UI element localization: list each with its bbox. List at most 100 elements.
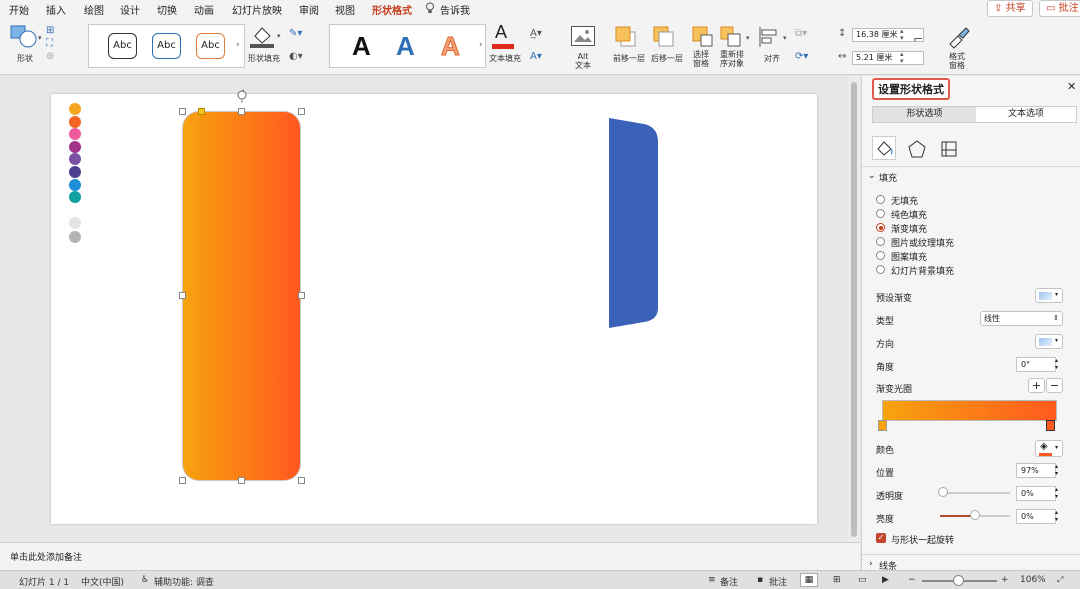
position-field[interactable]: 97% — [1016, 463, 1056, 478]
chevron-right-icon[interactable]: › — [869, 559, 873, 569]
rotate-icon[interactable]: ⟳▾ — [795, 51, 808, 62]
shape-button[interactable] — [10, 24, 38, 51]
preset-gradient-button[interactable]: ▾ — [1035, 288, 1063, 303]
vertical-scrollbar[interactable] — [848, 76, 860, 542]
comments-toggle[interactable]: 批注 — [769, 575, 787, 588]
height-stepper[interactable]: ▴ ▾ — [900, 28, 904, 42]
color-swatch[interactable] — [69, 231, 81, 243]
chevron-down-icon[interactable]: ▾ — [38, 34, 42, 42]
tab-animations[interactable]: 动画 — [194, 2, 214, 17]
zoom-level[interactable]: 106% — [1020, 575, 1046, 585]
brightness-field[interactable]: 0% — [1016, 509, 1056, 524]
resize-handle-right[interactable] — [298, 292, 305, 299]
tab-draw[interactable]: 绘图 — [84, 2, 104, 17]
language-indicator[interactable]: 中文(中国) — [81, 575, 124, 588]
fill-section-header[interactable]: 填充 — [879, 171, 897, 184]
zoom-slider-thumb[interactable] — [953, 575, 964, 586]
selection-pane-button[interactable] — [692, 26, 714, 48]
close-icon[interactable]: ✕ — [1067, 80, 1076, 93]
tab-slideshow[interactable]: 幻灯片放映 — [232, 2, 282, 17]
width-stepper[interactable]: ▴ ▾ — [900, 51, 904, 65]
pentagon-icon[interactable] — [908, 140, 926, 158]
lock-aspect-icon[interactable]: ⌐ — [913, 32, 923, 46]
zoom-out-button[interactable]: − — [908, 575, 916, 585]
remove-stop-button[interactable]: − — [1046, 378, 1063, 393]
wordart-black[interactable]: A — [352, 31, 371, 62]
color-swatch[interactable] — [69, 191, 81, 203]
color-swatch[interactable] — [69, 153, 81, 165]
chevron-right-icon[interactable]: › — [236, 40, 240, 50]
wordart-orange[interactable]: A — [441, 31, 461, 62]
resize-handle-top[interactable] — [238, 108, 245, 115]
text-fill-button[interactable]: A — [491, 22, 515, 50]
slide-canvas[interactable] — [51, 89, 817, 524]
text-effects-icon[interactable]: A▾ — [530, 51, 542, 62]
chevron-down-icon[interactable]: ▾ — [783, 34, 787, 42]
fill-option-radio[interactable] — [876, 195, 885, 204]
rotate-with-shape-checkbox[interactable]: ✓ — [876, 533, 886, 543]
resize-handle-bottom-right[interactable] — [298, 477, 305, 484]
tab-home[interactable]: 开始 — [9, 2, 29, 17]
tab-shape-options[interactable]: 形状选项 — [873, 107, 976, 122]
alt-text-button[interactable] — [571, 26, 595, 46]
tab-view[interactable]: 视图 — [335, 2, 355, 17]
type-select[interactable]: 线性 ⇕ — [980, 311, 1063, 326]
slide-sorter-icon[interactable]: ⊞ — [833, 575, 841, 585]
gradient-stop-0[interactable] — [878, 420, 887, 431]
resize-handle-left[interactable] — [179, 292, 186, 299]
fill-option-radio[interactable] — [876, 209, 885, 218]
wordart-blue[interactable]: A — [396, 31, 415, 62]
resize-handle-top-right[interactable] — [298, 108, 305, 115]
accessibility-status[interactable]: 辅助功能: 调查 — [154, 575, 214, 588]
share-button[interactable]: ⇪ 共享 — [987, 0, 1033, 17]
angle-field[interactable]: 0° — [1016, 357, 1056, 372]
send-backward-button[interactable] — [653, 26, 675, 48]
tab-review[interactable]: 审阅 — [299, 2, 319, 17]
stop-color-button[interactable]: ◈ ▾ — [1035, 440, 1063, 457]
scrollbar-thumb[interactable] — [851, 82, 857, 537]
transparency-slider[interactable] — [940, 492, 1010, 494]
shape-fill-button[interactable] — [249, 24, 275, 50]
style-dark-outline[interactable]: Abc — [108, 33, 137, 59]
style-orange-outline[interactable]: Abc — [196, 33, 225, 59]
merge-shapes-icon[interactable]: ⊕ — [46, 51, 54, 62]
size-properties-icon[interactable] — [940, 140, 958, 158]
tell-me-search[interactable]: 告诉我 — [440, 2, 470, 17]
chevron-down-icon[interactable]: ▾ — [746, 34, 750, 42]
color-swatch[interactable] — [69, 103, 81, 115]
color-swatch[interactable] — [69, 116, 81, 128]
resize-handle-bottom[interactable] — [238, 477, 245, 484]
gradient-stops-bar[interactable] — [882, 400, 1057, 421]
text-box-icon[interactable]: ⊞ — [46, 25, 54, 36]
normal-view-button[interactable]: ▦ — [800, 573, 818, 587]
gradient-rounded-rectangle[interactable] — [182, 111, 301, 481]
tab-insert[interactable]: 插入 — [46, 2, 66, 17]
bring-forward-button[interactable] — [615, 26, 637, 48]
group-icon[interactable]: ⧉▾ — [795, 28, 807, 39]
align-button[interactable] — [758, 26, 780, 48]
fill-option-radio[interactable] — [876, 237, 885, 246]
chevron-right-icon[interactable]: › — [479, 40, 483, 50]
effects-icon[interactable]: ◐▾ — [289, 51, 303, 62]
text-outline-icon[interactable]: A̲▾ — [530, 28, 542, 39]
notes-placeholder[interactable]: 单击此处添加备注 — [10, 550, 82, 563]
tab-design[interactable]: 设计 — [120, 2, 140, 17]
fit-slide-icon[interactable]: ⤢ — [1057, 575, 1063, 585]
transparency-field[interactable]: 0% — [1016, 486, 1056, 501]
zoom-in-button[interactable]: + — [1001, 575, 1009, 585]
slideshow-icon[interactable]: ▶ — [882, 575, 889, 585]
brightness-slider-thumb[interactable] — [970, 510, 980, 520]
angle-stepper[interactable]: ▴ ▾ — [1055, 357, 1058, 371]
direction-button[interactable]: ▾ — [1035, 334, 1063, 349]
chevron-down-icon[interactable]: ▾ — [277, 32, 281, 40]
fill-option-radio[interactable] — [876, 251, 885, 260]
fill-option-radio[interactable] — [876, 265, 885, 274]
chevron-down-icon[interactable]: ⌄ — [868, 171, 876, 181]
comments-button[interactable]: ▭ 批注 — [1039, 0, 1080, 17]
resize-handle-bottom-left[interactable] — [179, 477, 186, 484]
pen-outline-icon[interactable]: ✎▾ — [289, 28, 302, 39]
color-swatch[interactable] — [69, 179, 81, 191]
tab-transitions[interactable]: 切换 — [157, 2, 177, 17]
fill-option-radio[interactable] — [876, 223, 885, 232]
edit-points-icon[interactable]: ⛶ — [46, 38, 53, 49]
